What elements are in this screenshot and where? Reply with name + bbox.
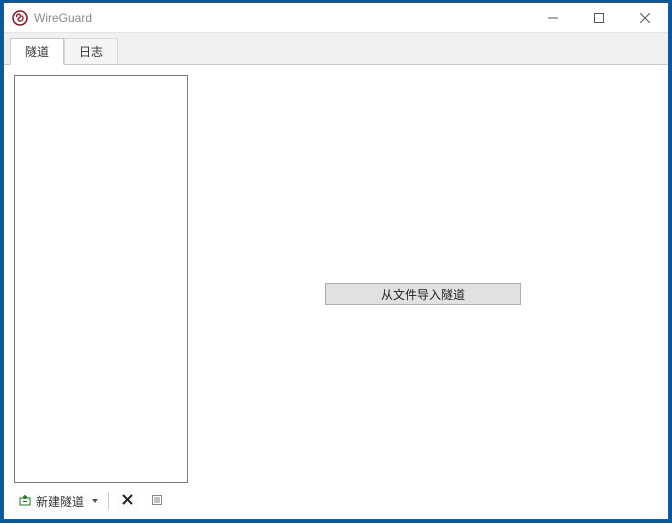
tab-log[interactable]: 日志 — [64, 38, 118, 65]
client-area: 隧道 日志 — [4, 33, 668, 519]
tab-strip: 隧道 日志 — [4, 33, 668, 65]
tab-log-label: 日志 — [79, 45, 103, 59]
delete-tunnel-button[interactable] — [115, 490, 139, 512]
maximize-button[interactable] — [576, 3, 622, 32]
new-tunnel-label: 新建隧道 — [36, 493, 84, 510]
app-icon — [12, 10, 28, 26]
import-from-file-button[interactable]: 从文件导入隧道 — [325, 283, 521, 305]
tab-tunnel[interactable]: 隧道 — [10, 38, 64, 65]
left-toolbar: 新建隧道 — [14, 483, 188, 513]
window-title: WireGuard — [34, 11, 92, 25]
window-controls — [530, 3, 668, 32]
minimize-button[interactable] — [530, 3, 576, 32]
right-pane: 从文件导入隧道 — [188, 75, 658, 513]
export-icon — [151, 494, 163, 509]
close-icon — [122, 494, 133, 508]
titlebar: WireGuard — [4, 3, 668, 33]
tunnel-list[interactable] — [14, 75, 188, 483]
import-button-label: 从文件导入隧道 — [381, 286, 465, 303]
new-tunnel-button[interactable]: 新建隧道 — [14, 490, 102, 512]
tab-content: 新建隧道 — [4, 65, 668, 519]
export-tunnel-button[interactable] — [145, 490, 169, 512]
toolbar-separator — [108, 492, 109, 510]
left-pane: 新建隧道 — [14, 75, 188, 513]
new-tunnel-icon — [18, 493, 32, 510]
app-window: WireGuard 隧道 日志 — [3, 2, 669, 520]
titlebar-left: WireGuard — [4, 10, 530, 26]
close-button[interactable] — [622, 3, 668, 32]
chevron-down-icon — [92, 499, 98, 503]
tab-tunnel-label: 隧道 — [25, 45, 49, 59]
